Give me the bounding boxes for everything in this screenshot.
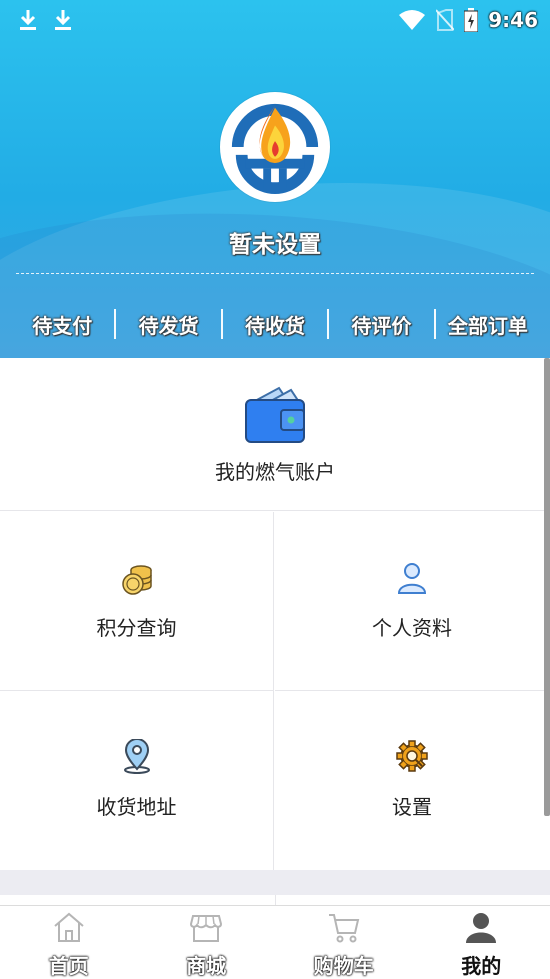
order-pending-receipt[interactable]: 待收货: [223, 310, 327, 339]
next-section-peek: [0, 895, 550, 905]
order-pending-shipment[interactable]: 待发货: [116, 310, 220, 339]
avatar[interactable]: [220, 92, 330, 202]
tab-home-label: 首页: [48, 954, 89, 978]
battery-charging-icon: [464, 8, 479, 32]
divider: [16, 273, 534, 274]
status-bar: 9:46: [0, 0, 550, 40]
gas-account-label: 我的燃气账户: [215, 460, 335, 484]
profile-header: 9:46 暂未设置 待支付 待发货 待收货 待评价 全部订单: [0, 0, 550, 358]
store-icon: [190, 915, 223, 942]
person-icon: [397, 563, 427, 594]
user-icon: [466, 913, 497, 943]
shipping-address-button[interactable]: 收货地址: [0, 691, 274, 870]
download-icon: [20, 10, 36, 30]
points-query-button[interactable]: 积分查询: [0, 512, 274, 691]
nickname[interactable]: 暂未设置: [0, 225, 550, 259]
download-icon: [55, 10, 71, 30]
tab-store-label: 商城: [186, 954, 227, 978]
no-sim-icon: [436, 9, 455, 31]
order-all[interactable]: 全部订单: [436, 310, 540, 339]
menu-grid: 积分查询 个人资料 收货地址 设置: [0, 512, 550, 870]
tab-cart[interactable]: 购物车: [275, 906, 413, 979]
shipping-address-label: 收货地址: [96, 795, 177, 819]
section-gap: [0, 870, 550, 895]
home-icon: [54, 912, 84, 942]
gas-account-button[interactable]: 我的燃气账户: [0, 358, 550, 511]
wallet-icon: [245, 386, 305, 443]
order-pending-payment[interactable]: 待支付: [10, 310, 114, 339]
gear-icon: [396, 740, 428, 772]
points-query-label: 积分查询: [96, 616, 177, 640]
order-status-bar: 待支付 待发货 待收货 待评价 全部订单: [10, 304, 540, 344]
personal-info-button[interactable]: 个人资料: [275, 512, 549, 691]
tab-cart-label: 购物车: [313, 954, 374, 978]
personal-info-label: 个人资料: [372, 616, 452, 640]
settings-label: 设置: [392, 795, 432, 819]
scrollbar[interactable]: [544, 358, 550, 816]
wifi-icon: [399, 10, 426, 30]
clock: 9:46: [488, 8, 538, 32]
bottom-tab-bar: 首页 商城 购物车 我的: [0, 905, 550, 979]
order-pending-review[interactable]: 待评价: [329, 310, 433, 339]
coins-icon: [122, 565, 152, 595]
cart-icon: [328, 914, 360, 943]
settings-button[interactable]: 设置: [275, 691, 549, 870]
tab-store[interactable]: 商城: [138, 906, 276, 979]
flame-logo-icon: [227, 99, 323, 195]
tab-mine-label: 我的: [461, 954, 502, 978]
tab-mine[interactable]: 我的: [413, 906, 550, 979]
location-pin-icon: [124, 739, 150, 774]
tab-home[interactable]: 首页: [0, 906, 138, 979]
